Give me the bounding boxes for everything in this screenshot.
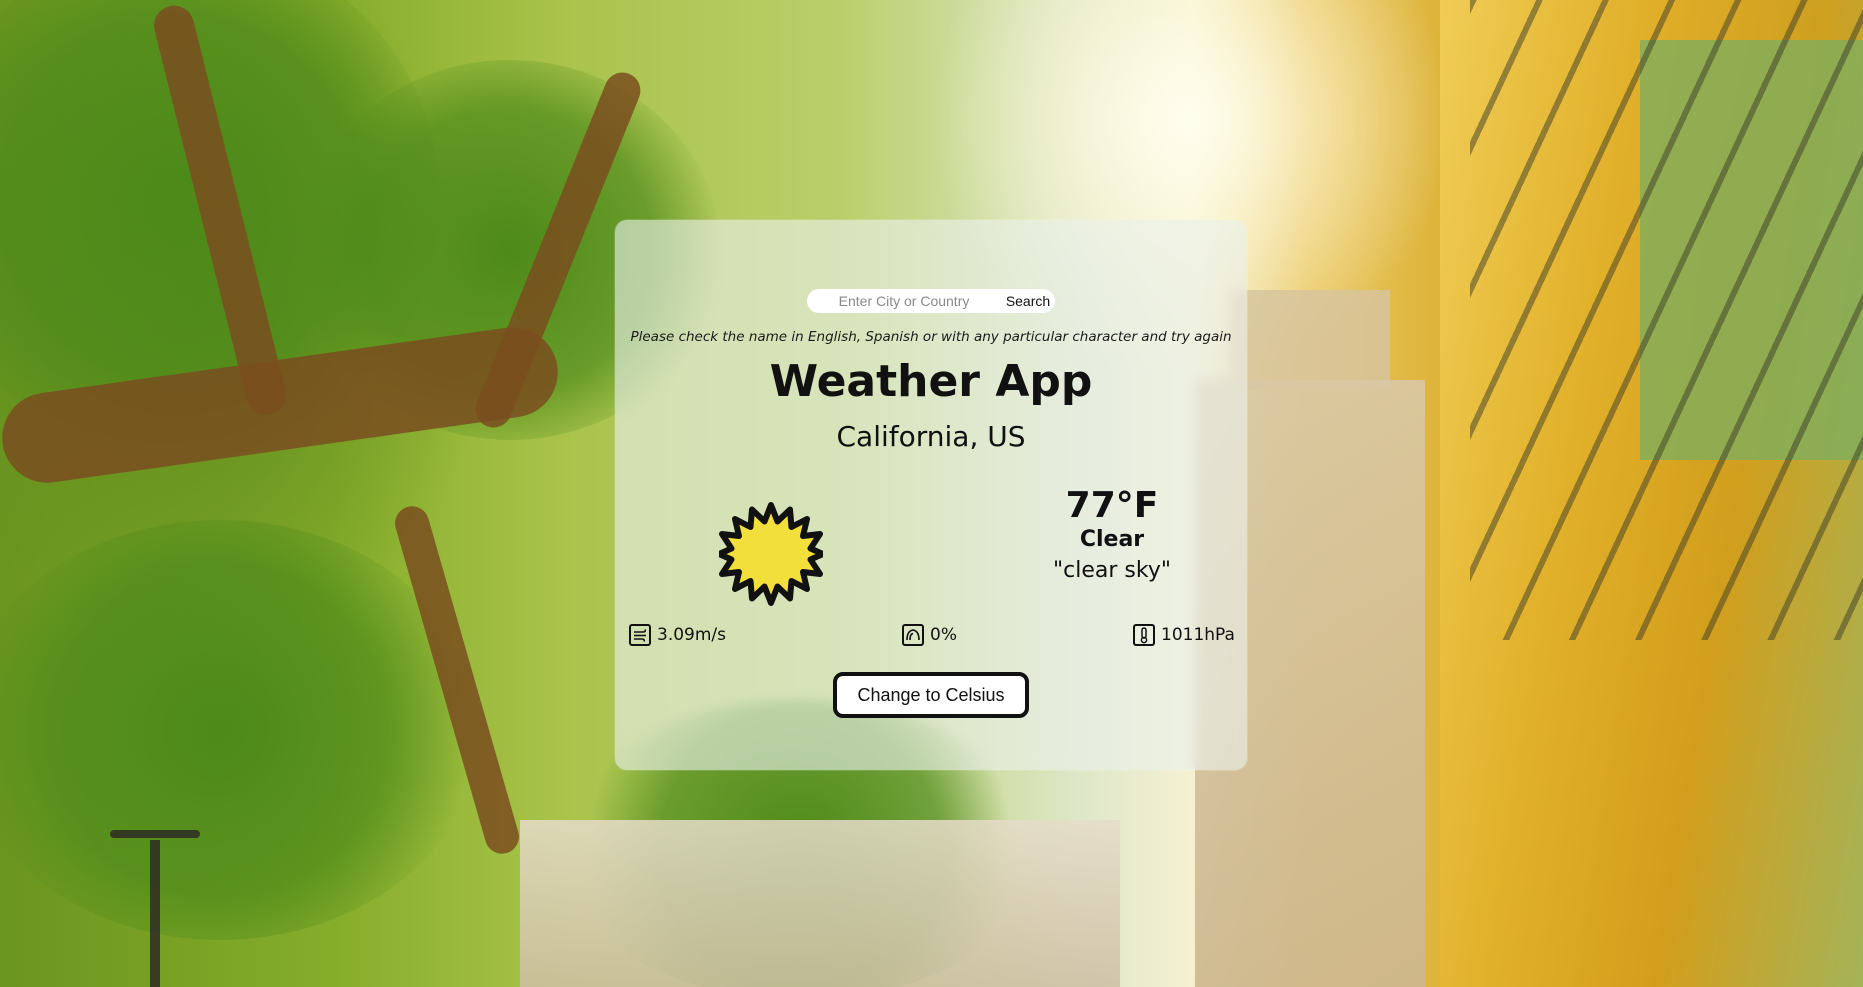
weather-description: "clear sky" [1053,558,1171,583]
pressure-value: 1011hPa [1161,625,1235,645]
humidity-stat: 0% [902,622,957,648]
temperature: 77°F [1065,485,1159,526]
street-lamp [150,840,160,987]
cathedral-spires [520,820,1120,987]
balcony-railing [1470,0,1863,640]
search-button[interactable]: Search [1001,289,1055,313]
street-lamp [110,830,200,838]
wind-speed: 3.09m/s [657,625,726,645]
weather-card: Search Please check the name in English,… [615,220,1247,770]
foliage [0,520,480,940]
temperature-block: 77°F Clear "clear sky" [1007,486,1217,588]
sun-icon [716,502,826,606]
bell-tower-top [1230,290,1390,390]
page-title: Weather App [769,356,1093,407]
wind-icon [629,624,651,646]
humidity-icon [902,624,924,646]
location-name: California, US [836,420,1026,453]
search-input[interactable] [807,289,1001,313]
change-unit-button[interactable]: Change to Celsius [833,672,1029,718]
search-hint: Please check the name in English, Spanis… [630,329,1232,345]
wind-stat: 3.09m/s [629,622,726,648]
sun-shape [716,502,826,606]
search-bar: Search [807,289,1055,313]
weather-condition: Clear [1079,527,1145,552]
humidity-value: 0% [930,625,957,645]
pressure-stat: 1011hPa [1133,622,1235,648]
thermometer-icon [1133,624,1155,646]
